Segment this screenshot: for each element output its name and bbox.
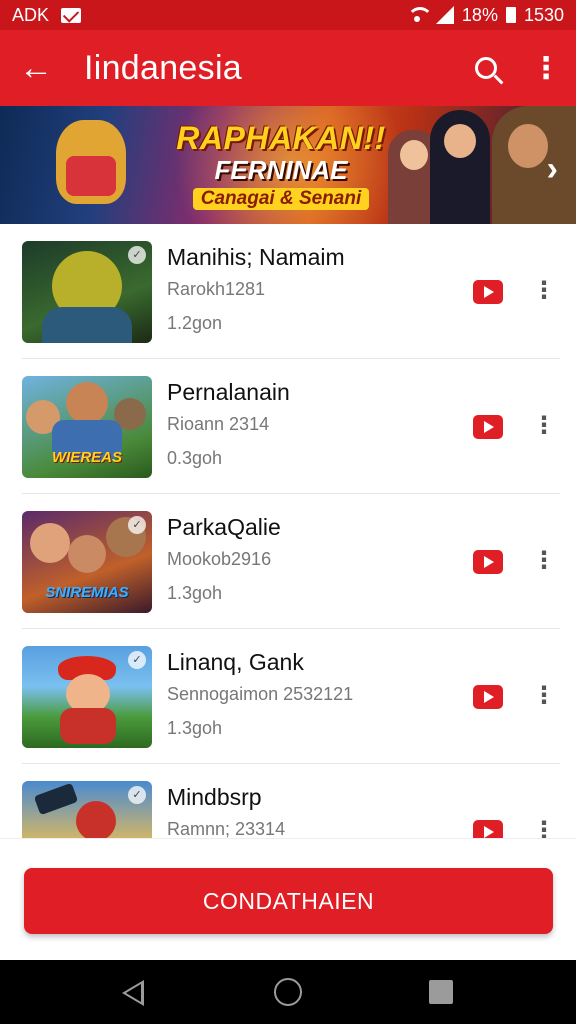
thumbnail-body: [60, 708, 116, 744]
more-vert-icon[interactable]: ⋮: [532, 544, 556, 578]
play-video-icon[interactable]: [473, 820, 503, 838]
banner-hero-character: [56, 120, 126, 204]
nav-back-icon[interactable]: [122, 980, 144, 1006]
game-developer: Rioann 2314: [167, 414, 270, 434]
system-nav-bar: [0, 960, 576, 1024]
play-video-icon[interactable]: [473, 415, 503, 439]
chevron-right-icon[interactable]: ›: [547, 150, 558, 189]
game-size: 0.3goh: [167, 448, 223, 468]
overflow-menu-button[interactable]: ⋮: [516, 30, 576, 106]
back-button[interactable]: ←: [0, 30, 72, 106]
game-size: 1.3goh: [167, 718, 223, 738]
page-title: Iindanesia: [84, 48, 243, 87]
arrow-left-icon: ←: [19, 48, 53, 87]
game-thumbnail[interactable]: ✓: [22, 646, 152, 748]
list-item[interactable]: ✓ Manihis; Namaim Rarokh1281 1.2gon ⋮: [0, 224, 576, 359]
check-badge-icon: ✓: [128, 246, 146, 264]
banner-character-woman: [430, 110, 490, 224]
game-title: Manihis; Namaim: [167, 244, 345, 270]
game-size: 1.2gon: [167, 313, 223, 333]
more-vert-icon[interactable]: ⋮: [532, 679, 556, 713]
list-item[interactable]: SNIREMIAS ✓ ParkaQalie Mookob2916 1.3goh…: [0, 494, 576, 629]
banner-subheadline: FERNINAE: [214, 155, 348, 185]
thumbnail-body: [42, 307, 132, 343]
search-button[interactable]: [456, 30, 516, 106]
game-list: ✓ Manihis; Namaim Rarokh1281 1.2gon ⋮ WI…: [0, 224, 576, 838]
game-title: ParkaQalie: [167, 514, 281, 540]
play-video-icon[interactable]: [473, 685, 503, 709]
check-badge-icon: ✓: [128, 651, 146, 669]
check-badge-icon: ✓: [128, 786, 146, 804]
thumbnail-logo: SNIREMIAS: [45, 584, 129, 601]
bottom-action-area: CONDATHAIEN: [0, 838, 576, 960]
banner-character-soldier: [492, 106, 576, 224]
play-video-icon[interactable]: [473, 550, 503, 574]
thumbnail-bird: [33, 782, 79, 816]
status-bar: ADK 18% 1530: [0, 0, 576, 30]
game-thumbnail[interactable]: ✓: [22, 241, 152, 343]
banner-tagline: Canagai & Senani: [192, 188, 370, 210]
signal-icon: [435, 6, 454, 24]
battery-icon: [505, 7, 516, 23]
list-item[interactable]: ✓ Linanq, Gank Sennogaimon 2532121 1.3go…: [0, 629, 576, 764]
game-developer: Ramnn; 23314: [167, 819, 286, 838]
game-thumbnail[interactable]: SNIREMIAS ✓: [22, 511, 152, 613]
app-bar: ← Iindanesia ⋮: [0, 30, 576, 106]
more-vert-icon[interactable]: ⋮: [532, 814, 556, 838]
nav-recents-icon[interactable]: [429, 980, 453, 1004]
more-vert-icon: ⋮: [531, 51, 561, 85]
status-carrier: ADK: [12, 4, 50, 25]
more-vert-icon[interactable]: ⋮: [532, 274, 556, 308]
game-title: Linanq, Gank: [167, 649, 304, 675]
game-developer: Sennogaimon 2532121: [167, 684, 354, 704]
list-item[interactable]: ✓ Mindbsrp Ramnn; 23314 ⋮: [0, 764, 576, 838]
search-icon: [475, 57, 497, 79]
game-developer: Mookob2916: [167, 549, 272, 569]
list-item[interactable]: WIEREAS Pernalanain Rioann 2314 0.3goh ⋮: [0, 359, 576, 494]
game-thumbnail[interactable]: ✓: [22, 781, 152, 838]
thumbnail-character: [66, 382, 108, 424]
game-title: Pernalanain: [167, 379, 290, 405]
wifi-icon: [406, 7, 433, 23]
game-developer: Rarokh1281: [167, 279, 266, 299]
more-vert-icon[interactable]: ⋮: [532, 409, 556, 443]
thumbnail-logo: WIEREAS: [51, 449, 122, 466]
thumbnail-character: [76, 801, 116, 838]
battery-percent: 18%: [461, 4, 498, 25]
primary-action-button[interactable]: CONDATHAIEN: [24, 868, 553, 934]
check-badge-icon: ✓: [128, 516, 146, 534]
banner-text: RAPHAKAN!! FERNINAE Canagai & Senani: [156, 120, 406, 210]
featured-banner[interactable]: RAPHAKAN!! FERNINAE Canagai & Senani ›: [0, 106, 576, 224]
status-time: 1530: [523, 4, 564, 25]
play-video-icon[interactable]: [473, 280, 503, 304]
game-size: 1.3goh: [167, 583, 223, 603]
game-thumbnail[interactable]: WIEREAS: [22, 376, 152, 478]
nav-home-icon[interactable]: [274, 978, 302, 1006]
mail-icon: [61, 7, 82, 23]
game-title: Mindbsrp: [167, 784, 262, 810]
thumbnail-character: [30, 523, 70, 563]
banner-headline: RAPHAKAN!!: [176, 120, 386, 156]
thumbnail-character: [68, 535, 106, 573]
